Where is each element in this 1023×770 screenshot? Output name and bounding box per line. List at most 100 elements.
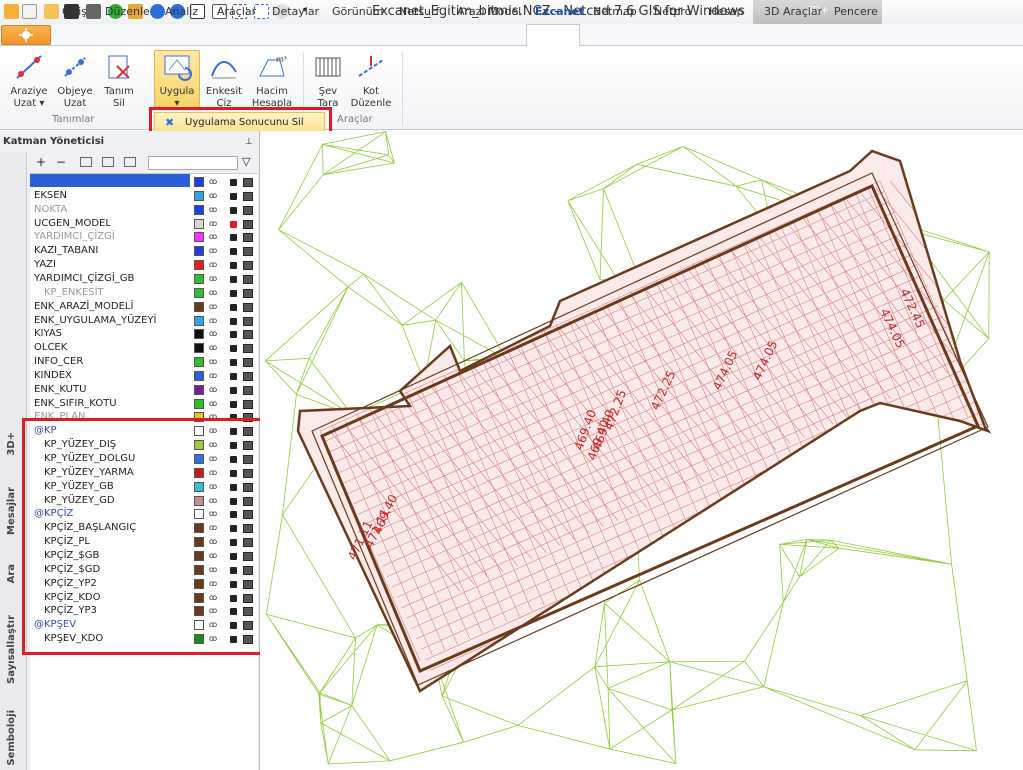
- layer-color-swatch[interactable]: [194, 398, 204, 409]
- print-icon[interactable]: [243, 205, 253, 215]
- tab-duzenle[interactable]: Düzenle: [105, 5, 150, 18]
- visibility-icon[interactable]: ꝏ: [209, 191, 217, 201]
- tab-pencere[interactable]: Pencere: [834, 5, 878, 18]
- visibility-icon[interactable]: ꝏ: [209, 329, 217, 339]
- tab-analiz[interactable]: Analiz: [165, 5, 198, 18]
- sev-tara-button[interactable]: Şev Tara: [309, 52, 347, 110]
- tab-excanet[interactable]: Excanet: [535, 5, 584, 18]
- visibility-icon[interactable]: ꝏ: [209, 399, 217, 409]
- layer-row[interactable]: YAZI ꝏ: [30, 258, 258, 272]
- layer-color-swatch[interactable]: [194, 260, 204, 271]
- side-tab-ara[interactable]: Ara: [6, 564, 17, 583]
- print-icon[interactable]: [243, 330, 253, 340]
- layer-color-swatch[interactable]: [194, 384, 204, 395]
- undo-icon[interactable]: [150, 4, 165, 19]
- visibility-icon[interactable]: ꝏ: [209, 177, 217, 187]
- new-file-icon[interactable]: [22, 4, 37, 19]
- print-icon[interactable]: [243, 274, 253, 284]
- drawing-canvas[interactable]: 472.45 474.05 474.05 474.05 472.25 472.25 469.…: [260, 131, 1023, 770]
- print-icon[interactable]: [243, 233, 253, 243]
- side-tab-sayisallastir[interactable]: Sayısallaştır: [6, 615, 17, 684]
- print-icon[interactable]: [243, 247, 253, 257]
- kot-duzenle-button[interactable]: Kot Düzenle: [350, 52, 392, 110]
- file-tab[interactable]: [1, 25, 51, 45]
- visibility-icon[interactable]: ꝏ: [209, 302, 217, 312]
- visibility-icon[interactable]: ꝏ: [209, 246, 217, 256]
- layer-row[interactable]: ENK_KUTU ꝏ: [30, 383, 258, 397]
- print-icon[interactable]: [86, 4, 101, 19]
- visibility-icon[interactable]: ꝏ: [209, 288, 217, 298]
- filter-icon[interactable]: ▽: [242, 155, 250, 168]
- visibility-icon[interactable]: ꝏ: [209, 274, 217, 284]
- zoom-window-icon[interactable]: [254, 4, 269, 19]
- visibility-icon[interactable]: ꝏ: [209, 357, 217, 367]
- layer-color-swatch[interactable]: [194, 370, 204, 381]
- lock-icon[interactable]: [230, 331, 237, 339]
- lock-icon[interactable]: [230, 262, 237, 270]
- layer-row[interactable]: NOKTA ꝏ: [30, 203, 258, 217]
- visibility-icon[interactable]: ꝏ: [209, 371, 217, 381]
- layer-list-icon[interactable]: [102, 157, 114, 167]
- layer-row[interactable]: ENK_UYGULAMA_YÜZEYİ ꝏ: [30, 314, 258, 328]
- print-icon[interactable]: [243, 191, 253, 201]
- lock-icon[interactable]: [230, 206, 237, 214]
- tab-netmap[interactable]: Netmap: [593, 5, 637, 18]
- print-icon[interactable]: [243, 219, 253, 229]
- hacim-hesapla-button[interactable]: m³ Hacim Hesapla: [250, 52, 294, 110]
- layer-row[interactable]: ENK_ARAZİ_MODELİ ꝏ: [30, 300, 258, 314]
- add-layer-icon[interactable]: +: [36, 155, 46, 169]
- layer-color-swatch[interactable]: [194, 315, 204, 326]
- lock-icon[interactable]: [230, 400, 237, 408]
- visibility-icon[interactable]: ꝏ: [209, 232, 217, 242]
- tab-arazi-model[interactable]: Arazi Model: [457, 5, 521, 18]
- print-icon[interactable]: [243, 261, 253, 271]
- layer-row[interactable]: KIYAS ꝏ: [30, 327, 258, 341]
- layer-row[interactable]: EKSEN ꝏ: [30, 189, 258, 203]
- layer-color-swatch[interactable]: [194, 204, 204, 215]
- print-icon[interactable]: [243, 358, 253, 368]
- print-icon[interactable]: [243, 385, 253, 395]
- tab-netsurf[interactable]: Netsurf: [399, 5, 439, 18]
- remove-layer-icon[interactable]: −: [56, 155, 66, 169]
- layer-color-swatch[interactable]: [194, 273, 204, 284]
- layer-color-swatch[interactable]: [194, 357, 204, 368]
- visibility-icon[interactable]: ꝏ: [209, 343, 217, 353]
- layer-row[interactable]: UCGEN_MODEL ꝏ: [30, 217, 258, 231]
- tab-netpro[interactable]: Netpro: [654, 5, 691, 18]
- tab-hesap[interactable]: Hesap: [709, 5, 744, 18]
- lock-icon[interactable]: [230, 345, 237, 353]
- tab-gorunum[interactable]: Görünüm: [332, 5, 383, 18]
- uygula-button[interactable]: Uygula ▾: [155, 52, 199, 110]
- map-drawing[interactable]: 472.45474.05474.05474.05472.25472.25469.…: [260, 131, 1023, 770]
- open-folder-icon[interactable]: [44, 4, 59, 19]
- print-icon[interactable]: [243, 302, 253, 312]
- layer-color-swatch[interactable]: [194, 343, 204, 354]
- enkesit-ciz-button[interactable]: Enkesit Çiz: [203, 52, 245, 110]
- layer-row[interactable]: YARDIMCI_ÇİZGİ_GB ꝏ: [30, 272, 258, 286]
- visibility-icon[interactable]: ꝏ: [209, 385, 217, 395]
- layer-row[interactable]: ENK_SIFIR_KOTU ꝏ: [30, 397, 258, 411]
- lock-icon[interactable]: [230, 386, 237, 394]
- visibility-icon[interactable]: ꝏ: [209, 205, 217, 215]
- layer-props-icon[interactable]: [80, 157, 92, 167]
- lock-icon[interactable]: [230, 275, 237, 283]
- lock-icon[interactable]: [230, 179, 237, 186]
- print-icon[interactable]: [243, 316, 253, 326]
- layer-color-swatch[interactable]: [194, 190, 204, 201]
- lock-icon[interactable]: [230, 359, 237, 367]
- layer-row[interactable]: OLCEK ꝏ: [30, 341, 258, 355]
- print-icon[interactable]: [243, 178, 253, 187]
- app-menu-icon[interactable]: [4, 4, 19, 19]
- panel-pin-icon[interactable]: ⊥: [245, 137, 253, 147]
- lock-icon[interactable]: [230, 192, 237, 200]
- print-icon[interactable]: [243, 399, 253, 409]
- visibility-icon[interactable]: ꝏ: [209, 316, 217, 326]
- tanim-sil-button[interactable]: Tanım Sil: [100, 52, 138, 110]
- print-icon[interactable]: [243, 344, 253, 354]
- layer-row[interactable]: KINDEX ꝏ: [30, 369, 258, 383]
- lock-icon[interactable]: [230, 234, 237, 242]
- side-tab-semboloji[interactable]: Semboloji: [6, 710, 17, 766]
- tab-detaylar[interactable]: Detaylar: [272, 5, 319, 18]
- layer-color-swatch[interactable]: [194, 177, 204, 187]
- lock-icon[interactable]: [230, 303, 237, 311]
